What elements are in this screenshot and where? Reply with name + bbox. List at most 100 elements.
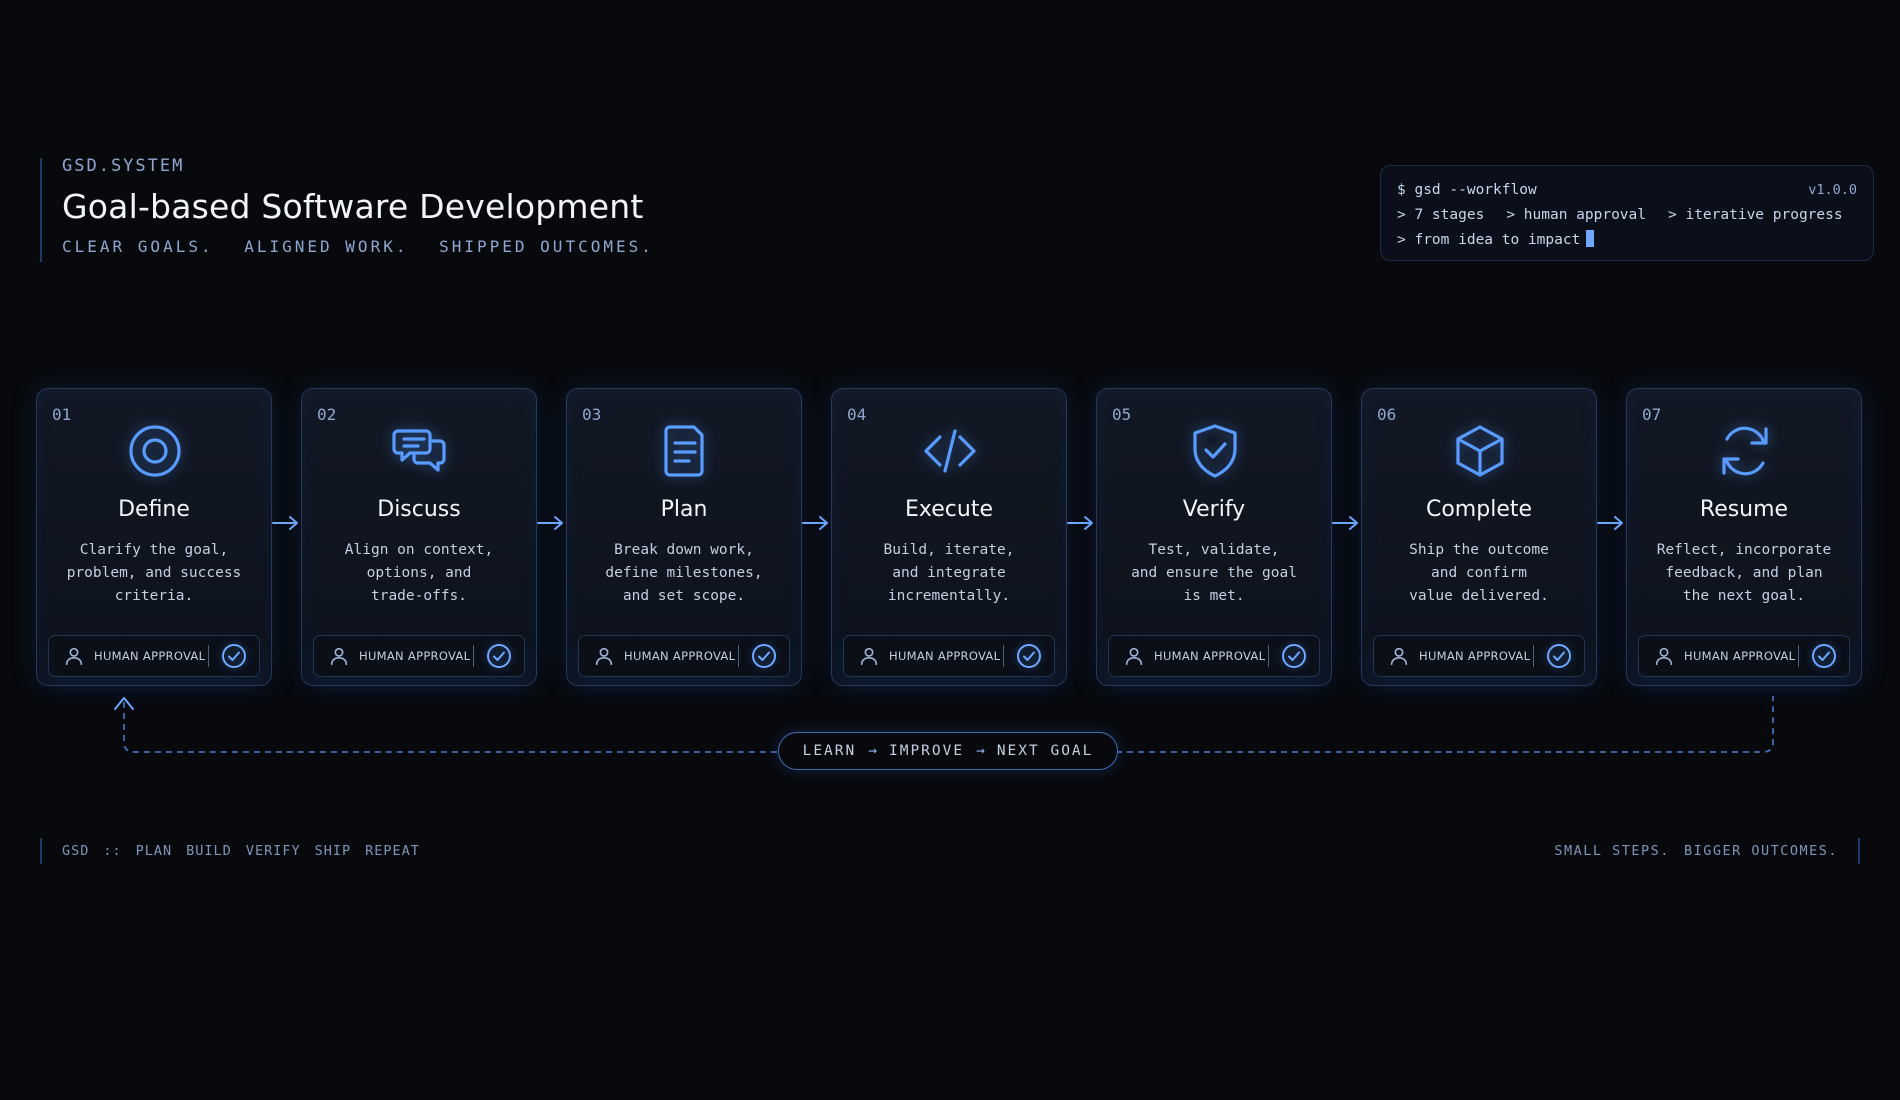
code-icon	[920, 421, 980, 481]
flow-arrow-icon	[272, 516, 298, 530]
approval-divider	[1533, 645, 1534, 667]
human-approval-bar[interactable]: HUMAN APPROVAL	[313, 635, 525, 677]
footer-right: SMALL STEPS. BIGGER OUTCOMES.	[1540, 838, 1860, 864]
stage-description-line: trade-offs.	[370, 588, 468, 604]
stage-description: Reflect, incorporate feedback, and plan …	[1641, 539, 1847, 608]
human-approval-bar[interactable]: HUMAN APPROVAL	[843, 635, 1055, 677]
check-circle-icon[interactable]	[1016, 643, 1042, 669]
stage-description-line: and ensure the goal	[1131, 565, 1297, 581]
check-circle-icon[interactable]	[486, 643, 512, 669]
stage-number: 02	[317, 405, 337, 424]
stage-description-line: Break down work,	[614, 542, 754, 558]
stage-card-execute: 04 Execute Build, iterate, and integrate…	[831, 388, 1067, 686]
flow-arrow-icon	[537, 516, 563, 530]
approval-divider	[1268, 645, 1269, 667]
human-approval-bar[interactable]: HUMAN APPROVAL	[1638, 635, 1850, 677]
document-icon	[655, 421, 715, 481]
footer-item: PLAN	[135, 843, 173, 859]
stage-description-line: and set scope.	[622, 588, 746, 604]
stage-description-line: options, and	[366, 565, 472, 581]
stage-title: Verify	[1182, 497, 1246, 522]
terminal-item: > human approval	[1506, 207, 1646, 223]
stage-description-line: Build, iterate,	[883, 542, 1015, 558]
stage-card-discuss: 02 Discuss Align on context, options, an…	[301, 388, 537, 686]
stage-card-define: 01 Define Clarify the goal, problem, and…	[36, 388, 272, 686]
loop-step: NEXT GOAL	[996, 743, 1094, 759]
approval-label: HUMAN APPROVAL	[889, 649, 1001, 663]
target-icon	[125, 421, 185, 481]
terminal-cursor	[1586, 230, 1595, 247]
stage-description-line: value delivered.	[1409, 588, 1549, 604]
stage-title: Execute	[905, 497, 993, 522]
human-approval-bar[interactable]: HUMAN APPROVAL	[48, 635, 260, 677]
loop-arrow-icon: →	[976, 743, 985, 759]
stage-description-line: the next goal.	[1682, 588, 1806, 604]
stage-description: Ship the outcome and confirm value deliv…	[1376, 539, 1582, 608]
loop-pill: LEARN → IMPROVE → NEXT GOAL	[778, 732, 1118, 770]
cube-icon	[1450, 421, 1510, 481]
approval-divider	[738, 645, 739, 667]
flow-arrow-icon	[802, 516, 828, 530]
stage-title: Define	[118, 497, 190, 522]
footer-item: GSD	[62, 843, 90, 859]
brand-label: GSD.SYSTEM	[62, 156, 185, 176]
loop-line-left	[123, 702, 780, 753]
stage-description-line: and confirm	[1430, 565, 1528, 581]
check-circle-icon[interactable]	[1281, 643, 1307, 669]
check-circle-icon[interactable]	[751, 643, 777, 669]
footer-item: SHIP	[314, 843, 352, 859]
terminal-panel: v1.0.0 $ gsd --workflow > 7 stages > huma…	[1380, 165, 1874, 261]
stage-number: 06	[1377, 405, 1397, 424]
footer-item: SMALL STEPS.	[1554, 843, 1670, 859]
stage-title: Resume	[1699, 497, 1789, 522]
page-title: Goal-based Software Development	[62, 187, 644, 226]
terminal-version: v1.0.0	[1808, 182, 1857, 198]
stage-title: Discuss	[377, 497, 461, 522]
approval-divider	[1798, 645, 1799, 667]
approval-label: HUMAN APPROVAL	[1419, 649, 1531, 663]
workflow-diagram: GSD.SYSTEM Goal-based Software Developme…	[0, 0, 1900, 1100]
approval-label: HUMAN APPROVAL	[359, 649, 471, 663]
terminal-item: > iterative progress	[1668, 207, 1843, 223]
tagline-part: SHIPPED OUTCOMES.	[439, 237, 654, 257]
stage-number: 01	[52, 405, 72, 424]
flow-arrow-icon	[1597, 516, 1623, 530]
approval-label: HUMAN APPROVAL	[1154, 649, 1266, 663]
loop-line-right	[1116, 696, 1774, 753]
stage-description-line: Test, validate,	[1148, 542, 1280, 558]
check-circle-icon[interactable]	[1811, 643, 1837, 669]
stage-description-line: Clarify the goal,	[79, 542, 229, 558]
human-approval-bar[interactable]: HUMAN APPROVAL	[578, 635, 790, 677]
stage-description-line: criteria.	[114, 588, 194, 604]
stage-card-complete: 06 Complete Ship the outcome and confirm…	[1361, 388, 1597, 686]
check-circle-icon[interactable]	[1546, 643, 1572, 669]
human-approval-bar[interactable]: HUMAN APPROVAL	[1108, 635, 1320, 677]
stage-title: Plan	[660, 497, 708, 522]
stage-description-line: incrementally.	[887, 588, 1011, 604]
stage-description-line: feedback, and plan	[1665, 565, 1823, 581]
refresh-icon	[1715, 421, 1775, 481]
stage-description: Build, iterate, and integrate incrementa…	[846, 539, 1052, 608]
person-icon	[65, 647, 83, 666]
stage-description-line: is met.	[1183, 588, 1245, 604]
person-icon	[595, 647, 613, 666]
stage-description-line: and integrate	[892, 565, 1006, 581]
footer-item: BIGGER OUTCOMES.	[1683, 843, 1838, 859]
flow-arrow-icon	[1332, 516, 1358, 530]
stage-number: 03	[582, 405, 602, 424]
check-circle-icon[interactable]	[221, 643, 247, 669]
terminal-line-3: > from idea to impact	[1397, 228, 1857, 253]
terminal-command: $ gsd --workflow	[1397, 182, 1537, 198]
stage-card-plan: 03 Plan Break down work, define mileston…	[566, 388, 802, 686]
approval-divider	[1003, 645, 1004, 667]
tagline-part: CLEAR GOALS.	[62, 237, 214, 257]
stage-description-line: problem, and success	[66, 565, 242, 581]
footer-left: GSD:: PLAN BUILD VERIFY SHIP REPEAT	[40, 838, 434, 864]
human-approval-bar[interactable]: HUMAN APPROVAL	[1373, 635, 1585, 677]
stage-description-line: define milestones,	[605, 565, 763, 581]
stage-description: Test, validate, and ensure the goal is m…	[1111, 539, 1317, 608]
stage-number: 07	[1642, 405, 1662, 424]
tagline: CLEAR GOALS. ALIGNED WORK. SHIPPED OUTCO…	[62, 239, 672, 255]
terminal-item: > 7 stages	[1397, 207, 1485, 223]
stage-number: 04	[847, 405, 867, 424]
